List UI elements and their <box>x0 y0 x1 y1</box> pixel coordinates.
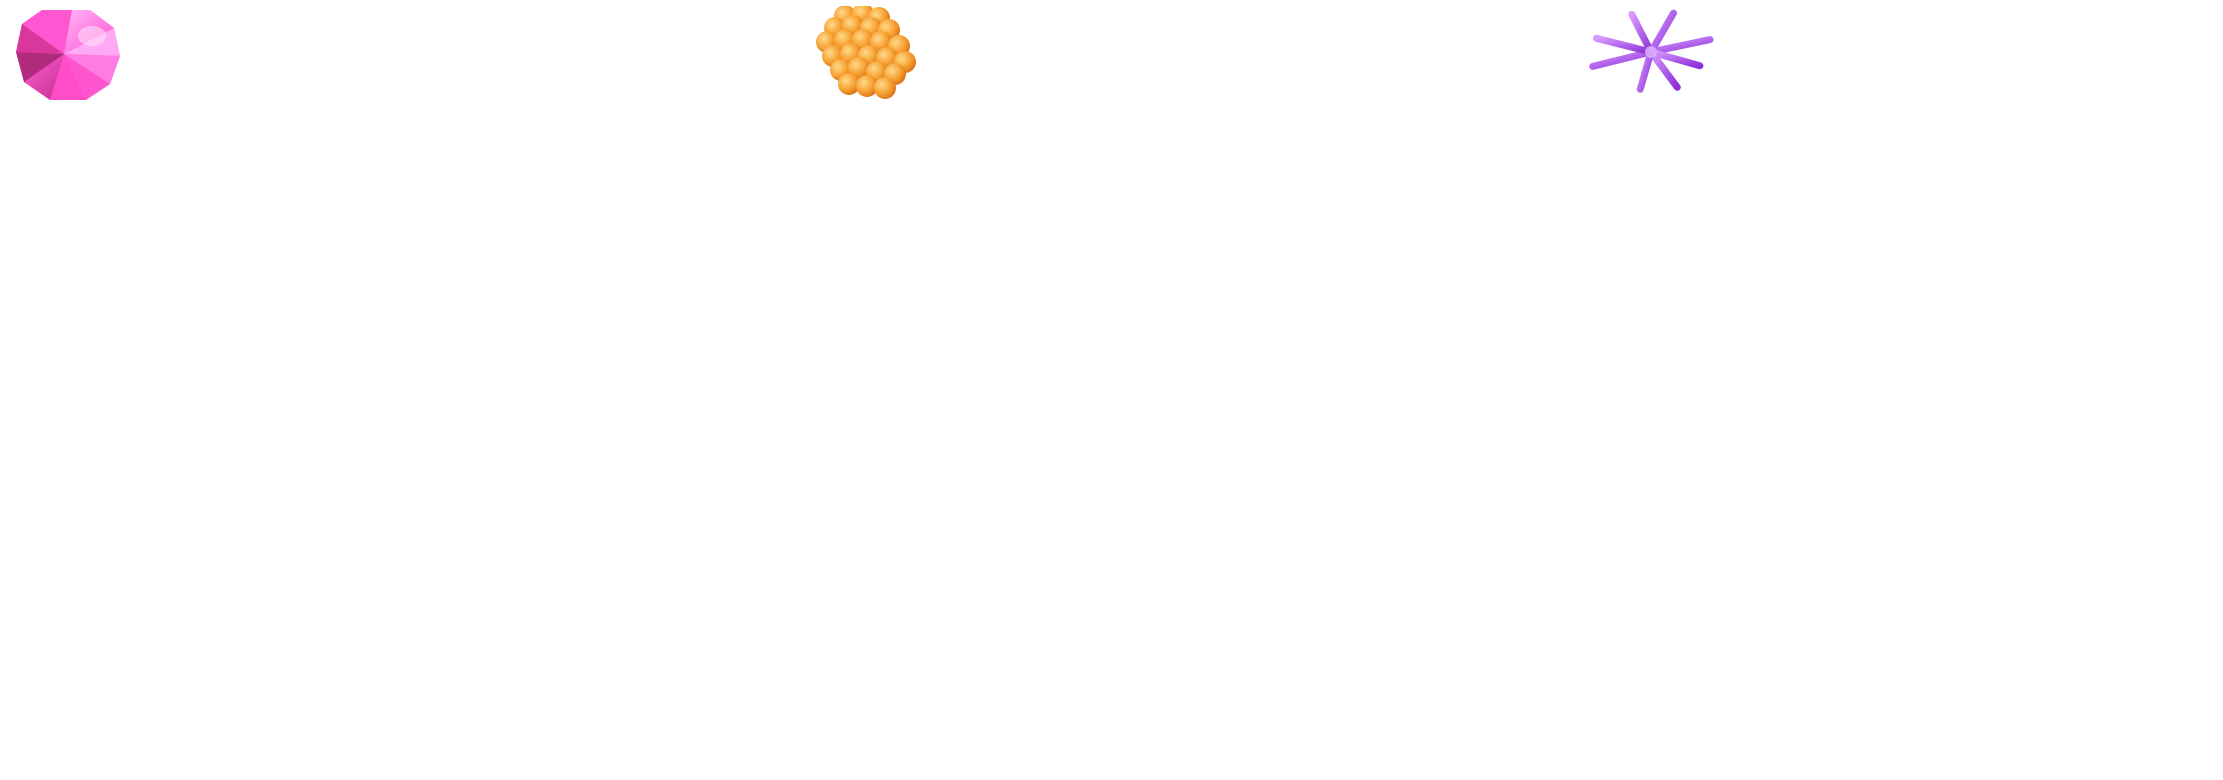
orange-bubble-cluster-icon <box>805 6 921 102</box>
pink-polyhedron-icon <box>14 6 122 102</box>
asterisk-ray <box>1589 48 1655 70</box>
bubble <box>874 77 896 99</box>
canvas <box>0 0 2223 780</box>
purple-asterisk-icon <box>1588 6 1714 104</box>
